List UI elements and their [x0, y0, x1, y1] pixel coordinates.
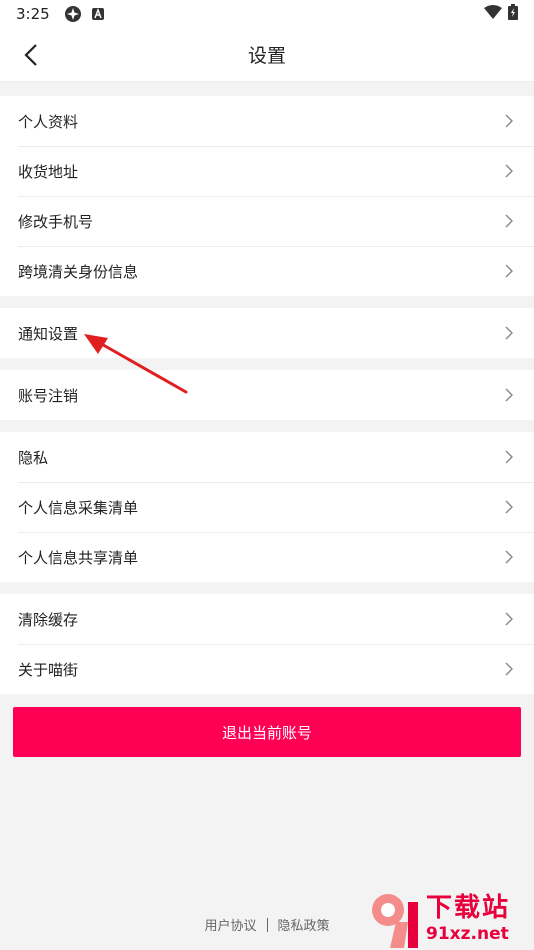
- chevron-right-icon: [502, 388, 516, 402]
- chevron-right-icon: [502, 662, 516, 676]
- nav-bar: 设置: [0, 28, 534, 82]
- settings-item-address[interactable]: 收货地址: [0, 146, 534, 196]
- status-time: 3:25: [16, 5, 50, 23]
- settings-item-label: 关于喵街: [18, 660, 79, 679]
- settings-item-change-phone[interactable]: 修改手机号: [0, 196, 534, 246]
- settings-group-misc: 清除缓存 关于喵街: [0, 594, 534, 694]
- chevron-right-icon: [502, 450, 516, 464]
- settings-item-label: 个人资料: [18, 112, 79, 131]
- settings-item-privacy[interactable]: 隐私: [0, 432, 534, 482]
- privacy-policy-link[interactable]: 隐私政策: [278, 915, 330, 934]
- watermark-title: 下载站: [426, 893, 511, 923]
- chevron-right-icon: [502, 114, 516, 128]
- chevron-right-icon: [502, 550, 516, 564]
- settings-item-about[interactable]: 关于喵街: [0, 644, 534, 694]
- settings-item-info-collection[interactable]: 个人信息采集清单: [0, 482, 534, 532]
- chevron-right-icon: [502, 214, 516, 228]
- settings-item-profile[interactable]: 个人资料: [0, 96, 534, 146]
- a-icon: [91, 8, 104, 20]
- footer-divider: [266, 917, 268, 932]
- settings-group-privacy: 隐私 个人信息采集清单 个人信息共享清单: [0, 432, 534, 582]
- chevron-right-icon: [502, 164, 516, 178]
- settings-item-label: 清除缓存: [18, 610, 79, 629]
- chevron-right-icon: [502, 500, 516, 514]
- status-bar: 3:25: [0, 0, 534, 28]
- settings-group-deactivate: 账号注销: [0, 370, 534, 420]
- settings-group-account: 个人资料 收货地址 修改手机号 跨境清关身份信息: [0, 96, 534, 296]
- app-icon: [64, 5, 82, 23]
- settings-item-label: 修改手机号: [18, 212, 94, 231]
- watermark-mark-icon: [372, 894, 418, 948]
- logout-button[interactable]: 退出当前账号: [13, 707, 521, 757]
- page-title: 设置: [247, 45, 286, 67]
- settings-item-label: 跨境清关身份信息: [18, 262, 139, 281]
- settings-item-label: 隐私: [18, 448, 49, 467]
- settings-item-clear-cache[interactable]: 清除缓存: [0, 594, 534, 644]
- settings-group-notification: 通知设置: [0, 308, 534, 358]
- chevron-right-icon: [502, 264, 516, 278]
- settings-item-label: 账号注销: [18, 386, 79, 405]
- settings-item-label: 个人信息共享清单: [18, 548, 139, 567]
- chevron-right-icon: [502, 612, 516, 626]
- back-button[interactable]: [18, 42, 44, 68]
- settings-item-deactivate-account[interactable]: 账号注销: [0, 370, 534, 420]
- watermark-logo: 下载站 91xz.net: [360, 888, 532, 950]
- battery-icon: [508, 4, 518, 24]
- chevron-right-icon: [502, 326, 516, 340]
- settings-item-notification[interactable]: 通知设置: [0, 308, 534, 358]
- user-agreement-link[interactable]: 用户协议: [204, 915, 256, 934]
- watermark-url: 91xz.net: [426, 924, 509, 944]
- settings-item-customs-id[interactable]: 跨境清关身份信息: [0, 246, 534, 296]
- wifi-icon: [484, 5, 502, 23]
- chevron-left-icon: [24, 44, 37, 66]
- settings-item-info-sharing[interactable]: 个人信息共享清单: [0, 532, 534, 582]
- settings-item-label: 通知设置: [18, 324, 79, 343]
- settings-item-label: 个人信息采集清单: [18, 498, 139, 517]
- settings-item-label: 收货地址: [18, 162, 79, 181]
